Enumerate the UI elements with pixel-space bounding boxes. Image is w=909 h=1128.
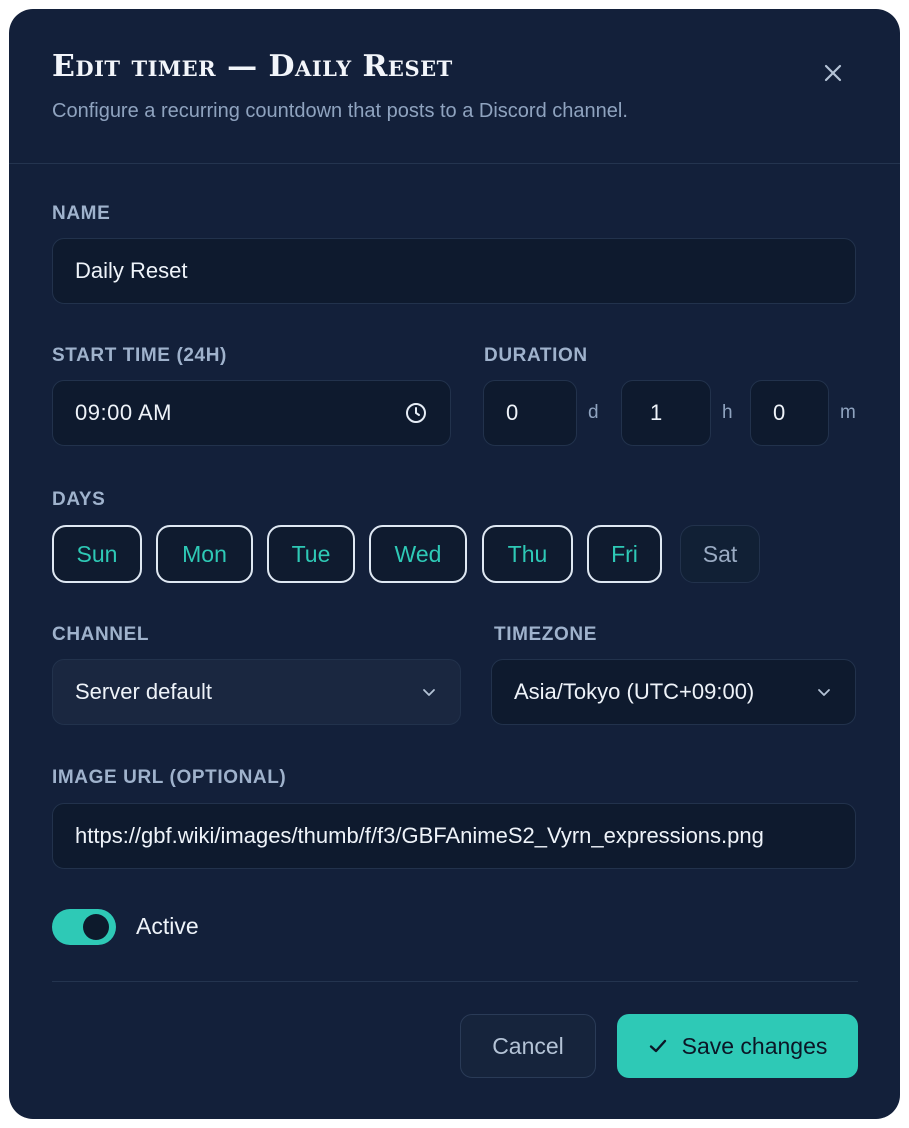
- dialog-title: Edit timer — Daily Reset: [52, 49, 453, 84]
- duration-days-value: 0: [506, 400, 519, 425]
- footer-divider: [52, 981, 858, 982]
- close-icon: [824, 64, 842, 82]
- dialog-subtitle: Configure a recurring countdown that pos…: [52, 100, 628, 122]
- name-value: Daily Reset: [75, 258, 188, 283]
- name-input[interactable]: Daily Reset: [52, 238, 856, 304]
- duration-hours-input[interactable]: 1: [621, 380, 711, 446]
- cancel-button[interactable]: Cancel: [460, 1014, 596, 1078]
- toggle-knob: [83, 914, 109, 940]
- day-toggle-sat[interactable]: Sat: [680, 525, 760, 583]
- chevron-down-icon: [423, 689, 435, 696]
- duration-label: DURATION: [484, 345, 588, 366]
- day-toggle-sun[interactable]: Sun: [52, 525, 142, 583]
- close-button[interactable]: [819, 59, 847, 87]
- start-time-value: 09:00 AM: [75, 400, 172, 425]
- duration-minutes-unit: m: [840, 402, 856, 423]
- days-label: DAYS: [52, 489, 106, 510]
- dialog-header: Edit timer — Daily Reset Configure a rec…: [9, 9, 900, 164]
- duration-days-unit: d: [588, 402, 599, 423]
- day-toggle-mon[interactable]: Mon: [156, 525, 253, 583]
- edit-timer-dialog: Edit timer — Daily Reset Configure a rec…: [9, 9, 900, 1119]
- duration-minutes-value: 0: [773, 400, 786, 425]
- active-label: Active: [136, 913, 199, 939]
- day-toggle-thu[interactable]: Thu: [482, 525, 573, 583]
- save-changes-label: Save changes: [681, 1032, 828, 1059]
- duration-hours-value: 1: [650, 400, 663, 425]
- timezone-label: TIMEZONE: [494, 624, 597, 645]
- duration-hours-unit: h: [722, 402, 733, 423]
- day-toggle-fri[interactable]: Fri: [587, 525, 662, 583]
- day-toggle-wed[interactable]: Wed: [369, 525, 467, 583]
- chevron-down-icon: [818, 689, 830, 696]
- duration-days-input[interactable]: 0: [483, 380, 577, 446]
- timezone-value: Asia/Tokyo (UTC+09:00): [514, 679, 755, 704]
- duration-minutes-input[interactable]: 0: [750, 380, 829, 446]
- image-url-value: https://gbf.wiki/images/thumb/f/f3/GBFAn…: [75, 823, 764, 848]
- image-url-input[interactable]: https://gbf.wiki/images/thumb/f/f3/GBFAn…: [52, 803, 856, 869]
- image-url-label: IMAGE URL (OPTIONAL): [52, 767, 287, 788]
- channel-value: Server default: [75, 679, 212, 704]
- name-label: NAME: [52, 203, 111, 224]
- start-time-label: START TIME (24H): [52, 345, 227, 366]
- active-toggle[interactable]: [52, 909, 116, 945]
- clock-icon[interactable]: [404, 401, 428, 425]
- channel-select[interactable]: Server default: [52, 659, 461, 725]
- timezone-select[interactable]: Asia/Tokyo (UTC+09:00): [491, 659, 856, 725]
- save-changes-button[interactable]: Save changes: [617, 1014, 858, 1078]
- check-icon: [649, 1039, 666, 1053]
- start-time-input[interactable]: 09:00 AM: [52, 380, 451, 446]
- day-toggle-tue[interactable]: Tue: [267, 525, 355, 583]
- channel-label: CHANNEL: [52, 624, 150, 645]
